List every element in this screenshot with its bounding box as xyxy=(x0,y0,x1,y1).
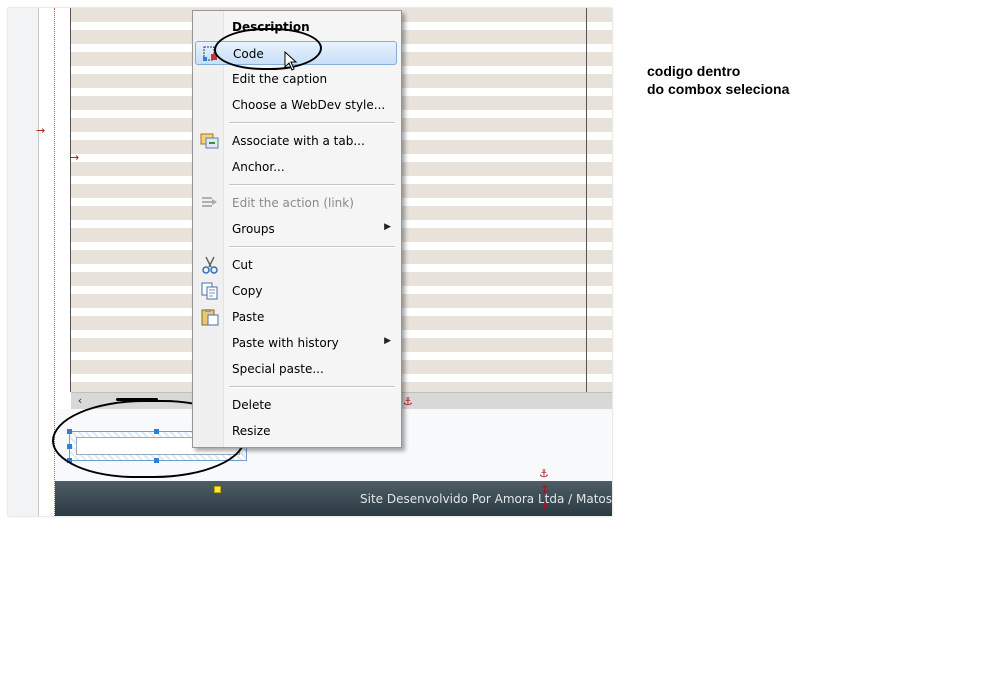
copy-icon xyxy=(200,282,220,300)
submenu-arrow-icon: ▶ xyxy=(384,222,391,232)
menu-item-associate-tab[interactable]: Associate with a tab... xyxy=(195,129,397,153)
menu-item-paste[interactable]: Paste xyxy=(195,305,397,329)
menu-item-label: Special paste... xyxy=(232,362,324,376)
editor-left-ruler xyxy=(8,8,39,516)
menu-item-edit-action: Edit the action (link) xyxy=(195,191,397,215)
annotation-note: codigo dentro do combox seleciona xyxy=(647,62,789,98)
anchor-arrow-icon: → xyxy=(36,124,46,137)
menu-item-resize[interactable]: Resize xyxy=(195,419,397,443)
menu-item-label: Copy xyxy=(232,284,263,298)
menu-item-label: Delete xyxy=(232,398,272,412)
footer-text: Site Desenvolvido Por Amora Ltda / Matos xyxy=(360,492,612,506)
menu-item-special-paste[interactable]: Special paste... xyxy=(195,357,397,381)
selection-marker xyxy=(214,486,221,493)
menu-item-label: Choose a WebDev style... xyxy=(232,98,386,112)
anchor-arrow-icon: ↓ xyxy=(540,499,550,512)
menu-item-label: Edit the caption xyxy=(232,72,328,86)
annotation-circle-code xyxy=(214,28,322,70)
page-footer-bar: Site Desenvolvido Por Amora Ltda / Matos xyxy=(55,481,612,516)
paste-icon xyxy=(200,308,220,326)
annotation-line-1: codigo dentro xyxy=(647,63,741,79)
anchor-arrow-icon: ↕ xyxy=(540,483,550,496)
associate-tab-icon xyxy=(200,132,220,150)
menu-item-label: Anchor... xyxy=(232,160,285,174)
menu-item-delete[interactable]: Delete xyxy=(195,393,397,417)
edit-action-icon xyxy=(200,194,220,212)
scroll-left-icon[interactable]: ‹ xyxy=(73,394,87,408)
table-right-border xyxy=(586,8,587,392)
menu-item-anchor[interactable]: Anchor... xyxy=(195,155,397,179)
menu-item-label: Edit the action (link) xyxy=(232,196,354,210)
menu-separator xyxy=(229,246,395,248)
menu-item-label: Groups xyxy=(232,222,275,236)
menu-separator xyxy=(229,386,395,388)
anchor-icon: ⚓ xyxy=(539,467,549,480)
menu-item-copy[interactable]: Copy xyxy=(195,279,397,303)
mouse-cursor-icon xyxy=(284,51,298,71)
menu-item-groups[interactable]: Groups ▶ xyxy=(195,217,397,241)
menu-item-label: Resize xyxy=(232,424,271,438)
menu-separator xyxy=(229,122,395,124)
submenu-arrow-icon: ▶ xyxy=(384,336,391,346)
menu-item-label: Associate with a tab... xyxy=(232,134,365,148)
context-menu: Description Code Edit the caption Choose… xyxy=(192,10,402,448)
menu-item-label: Paste xyxy=(232,310,265,324)
menu-item-cut[interactable]: Cut xyxy=(195,253,397,277)
anchor-arrow-icon: → xyxy=(70,151,80,164)
annotation-line-2: do combox seleciona xyxy=(647,81,790,97)
anchor-icon: ⚓ xyxy=(403,395,413,408)
menu-separator xyxy=(229,184,395,186)
menu-item-label: Paste with history xyxy=(232,336,339,350)
scissors-icon xyxy=(200,256,220,274)
menu-item-label: Cut xyxy=(232,258,253,272)
table-left-border xyxy=(70,8,71,392)
menu-item-paste-history[interactable]: Paste with history ▶ xyxy=(195,331,397,355)
menu-item-choose-style[interactable]: Choose a WebDev style... xyxy=(195,93,397,117)
